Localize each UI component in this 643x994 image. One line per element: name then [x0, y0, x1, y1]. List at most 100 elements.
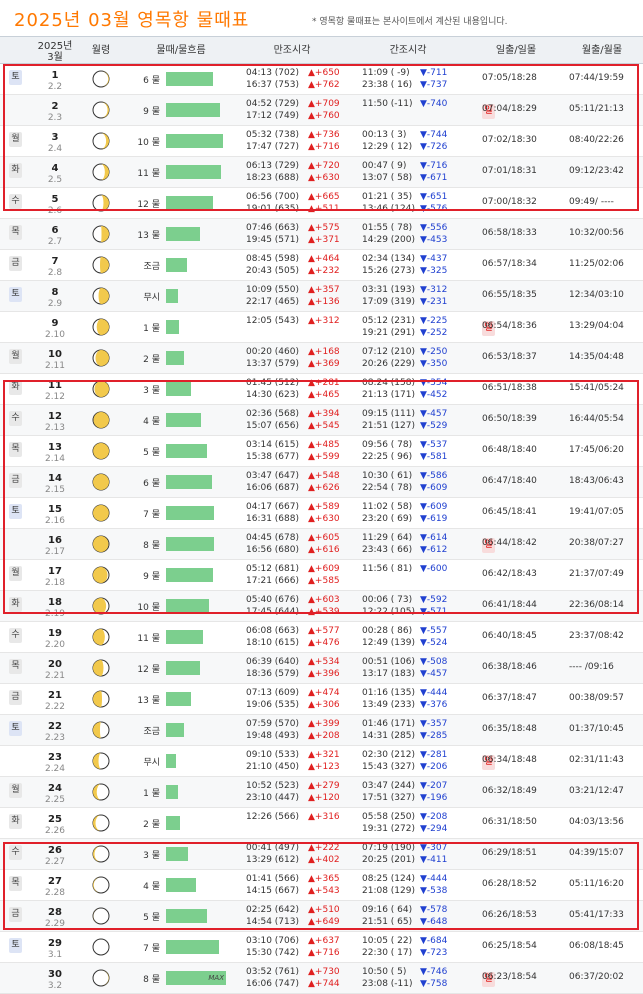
high-deltas: ▲+279 ▲+120 [308, 781, 340, 803]
low-times: 01:55 ( 78) 14:29 (200) [362, 223, 415, 245]
low-times: 05:12 (231) 19:21 (291) [362, 316, 415, 338]
table-row: 화 25 2.26 2 물 12:26 (566) ▲+316 05:58 (250) … [0, 808, 643, 839]
moon-phase-icon [92, 813, 110, 833]
tide-bar-track: MAX [166, 971, 228, 985]
low-times: 07:12 (210) 20:26 (229) [362, 347, 415, 369]
moon-phase-icon [92, 720, 110, 740]
table-row: 금 7 2.8 조금 08:45 (598) 20:43 (505) ▲+464 ▲+23… [0, 250, 643, 281]
sunrise-sunset: 06:34/18:48 [482, 755, 537, 765]
high-deltas: ▲+474 ▲+306 [308, 688, 340, 710]
header-low: 간조시각 [389, 45, 427, 56]
solar-day: 20 [48, 659, 62, 670]
sunrise-sunset: 06:38/18:46 [482, 662, 537, 672]
low-deltas: ▼-437 ▼-325 [420, 254, 448, 276]
table-row: 일 30 3.2 8 물 MAX 03:52 (761) 16:06 (747) ▲+730… [0, 963, 643, 994]
weekday-badge: 목 [9, 659, 22, 674]
tide-mul: 1 물 [143, 789, 160, 799]
low-deltas: ▼-312 ▼-231 [420, 285, 448, 307]
tide-bar-track [166, 754, 228, 768]
moon-phase-icon [92, 627, 110, 647]
low-times: 01:46 (171) 14:31 (285) [362, 719, 415, 741]
high-deltas: ▲+316 [308, 812, 340, 822]
header-date: 2025년 3월 [37, 41, 73, 63]
low-times: 03:47 (244) 17:51 (327) [362, 781, 415, 803]
tide-mul: 7 물 [143, 944, 160, 954]
tide-bar [166, 320, 179, 334]
sunrise-sunset: 06:40/18:45 [482, 631, 537, 641]
low-deltas: ▼-444 ▼-376 [420, 688, 448, 710]
low-deltas: ▼-508 ▼-457 [420, 657, 448, 679]
tide-bar [166, 940, 219, 954]
moon-phase-icon [92, 968, 110, 988]
moonrise-moonset: 04:03/13:56 [569, 817, 624, 827]
tide-bar-track [166, 227, 228, 241]
header-moon: 월령 [91, 45, 111, 56]
tide-mul: 무시 [143, 758, 160, 768]
table-row: 일 9 2.10 1 물 12:05 (543) ▲+312 05:12 (231) 1… [0, 312, 643, 343]
weekday-badge: 금 [9, 690, 22, 705]
weekday-badge: 수 [9, 628, 22, 643]
low-times: 00:51 (106) 13:17 (183) [362, 657, 415, 679]
high-times: 03:52 (761) 16:06 (747) [246, 967, 299, 989]
high-times: 03:10 (706) 15:30 (742) [246, 936, 299, 958]
low-times: 02:34 (134) 15:26 (273) [362, 254, 415, 276]
tide-bar-track [166, 351, 228, 365]
moon-phase-icon [92, 348, 110, 368]
solar-day: 9 [51, 318, 59, 329]
tide-bar-track [166, 940, 228, 954]
moonrise-moonset: 00:38/09:57 [569, 693, 624, 703]
high-times: 10:09 (550) 22:17 (465) [246, 285, 299, 307]
lunar-date: 2.25 [44, 795, 66, 805]
moonrise-moonset: 02:31/11:43 [569, 755, 624, 765]
table-row: 토 22 2.23 조금 07:59 (570) 19:48 (493) ▲+399 ▲+… [0, 715, 643, 746]
solar-day: 25 [48, 814, 62, 825]
solar-day: 29 [48, 938, 62, 949]
high-deltas: ▲+534 ▲+396 [308, 657, 340, 679]
moon-phase-icon [92, 937, 110, 957]
tide-bar-track [166, 258, 228, 272]
lunar-date: 2.26 [44, 826, 66, 836]
lunar-date: 3.1 [47, 950, 63, 960]
lunar-date: 2.10 [44, 330, 66, 340]
weekday-badge: 금 [9, 256, 22, 271]
table-row: 토 8 2.9 무시 10:09 (550) 22:17 (465) ▲+357 ▲+13… [0, 281, 643, 312]
moonrise-moonset: 12:34/03:10 [569, 290, 624, 300]
low-times: 03:31 (193) 17:09 (319) [362, 285, 415, 307]
moon-phase-icon [92, 689, 110, 709]
moonrise-moonset: 14:35/04:48 [569, 352, 624, 362]
high-times: 09:10 (533) 21:10 (450) [246, 750, 299, 772]
title-bar: 2025년 03월 영목항 물때표 * 영목항 물때표는 본사이트에서 계산된 … [0, 0, 643, 33]
low-deltas: ▼-557 ▼-524 [420, 626, 448, 648]
solar-day: 21 [48, 690, 62, 701]
low-deltas: ▼-207 ▼-196 [420, 781, 448, 803]
tide-mul: 13 물 [137, 696, 160, 706]
table-row: 월 24 2.25 1 물 10:52 (523) 23:10 (447) ▲+279 ▲… [0, 777, 643, 808]
moonrise-moonset: 01:37/10:45 [569, 724, 624, 734]
tide-bar-track [166, 320, 228, 334]
moonrise-moonset: 13:29/04:04 [569, 321, 624, 331]
sunrise-sunset: 06:23/18:54 [482, 972, 537, 982]
weekday-badge: 화 [9, 814, 22, 829]
solar-day: 10 [48, 349, 62, 360]
table-header: 2025년 3월 월령 물때/물흐름 만조시각 간조시각 일출/일몰 월출/월몰 [0, 36, 643, 64]
tide-bar [166, 816, 180, 830]
tide-bar [166, 289, 178, 303]
high-times: 12:26 (566) [246, 812, 299, 822]
sunrise-sunset: 06:37/18:47 [482, 693, 537, 703]
table-row: 토 29 3.1 7 물 03:10 (706) 15:30 (742) ▲+637 ▲+… [0, 932, 643, 963]
low-deltas: ▼-746 ▼-758 [420, 967, 448, 989]
lunar-date: 2.8 [47, 268, 63, 278]
high-times: 10:52 (523) 23:10 (447) [246, 781, 299, 803]
sunrise-sunset: 06:54/18:36 [482, 321, 537, 331]
lunar-date: 2.23 [44, 733, 66, 743]
highlight-box-1 [3, 64, 639, 211]
tide-mul: 2 물 [143, 355, 160, 365]
weekday-badge: 목 [9, 225, 22, 240]
lunar-date: 2.9 [47, 299, 63, 309]
tide-bar-track [166, 816, 228, 830]
high-times: 07:46 (663) 19:45 (571) [246, 223, 299, 245]
high-times: 06:08 (663) 18:10 (615) [246, 626, 299, 648]
moon-phase-icon [92, 255, 110, 275]
tide-mul: 2 물 [143, 820, 160, 830]
moonrise-moonset: 03:21/12:47 [569, 786, 624, 796]
